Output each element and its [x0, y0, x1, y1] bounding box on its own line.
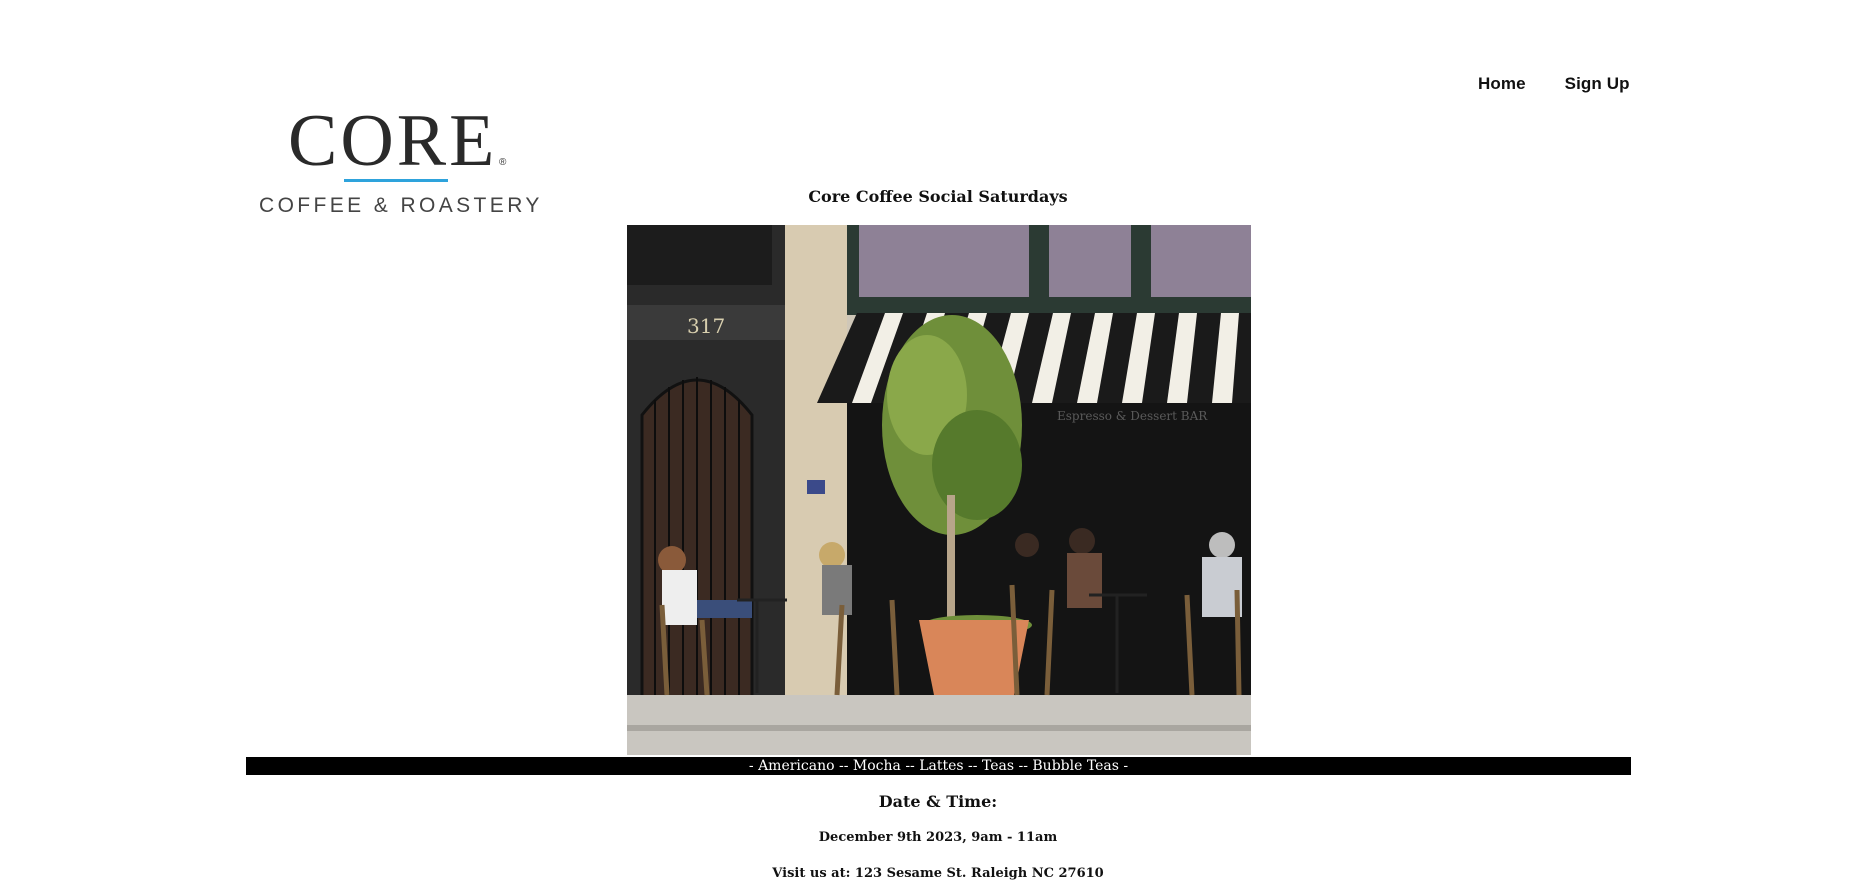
- nav-signup-link[interactable]: Sign Up: [1565, 74, 1630, 94]
- shop-sign-text: Espresso & Dessert BAR: [1057, 409, 1208, 423]
- logo-accent-line: [344, 179, 448, 182]
- address-number: 317: [687, 314, 725, 338]
- datetime-heading: Date & Time:: [878, 792, 998, 811]
- cafe-photo: 317 Espresso & Dessert BAR: [627, 225, 1251, 755]
- top-nav: Home Sign Up: [1478, 74, 1630, 94]
- logo-wordmark: CORE: [288, 100, 498, 182]
- nav-home-link[interactable]: Home: [1478, 74, 1526, 94]
- logo-registered-mark: ®: [499, 157, 507, 168]
- visit-address: Visit us at: 123 Sesame St. Raleigh NC 2…: [772, 866, 1104, 881]
- menu-banner: - Americano -- Mocha -- Lattes -- Teas -…: [246, 757, 1631, 775]
- event-title: Core Coffee Social Saturdays: [808, 187, 1068, 206]
- datetime-value: December 9th 2023, 9am - 11am: [818, 830, 1058, 845]
